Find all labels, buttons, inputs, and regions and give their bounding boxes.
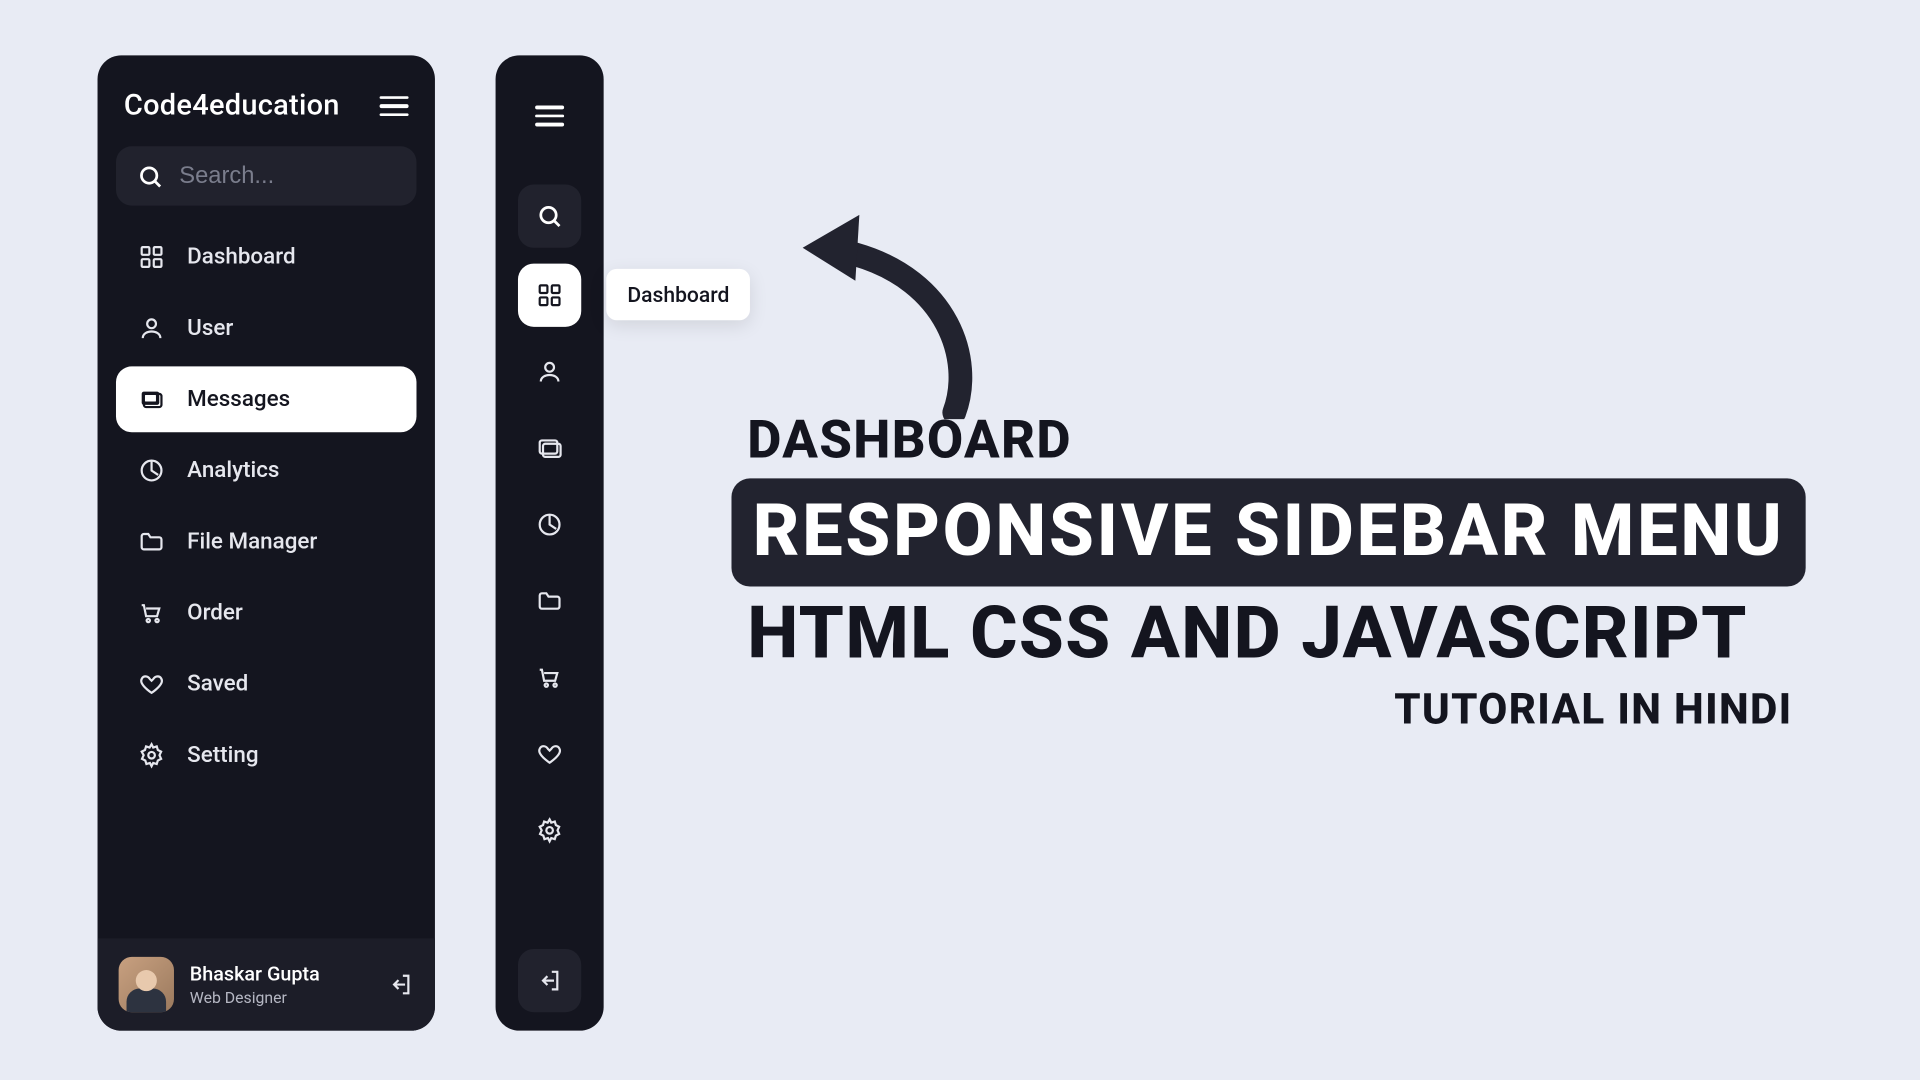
sidebar-item-file-manager[interactable]: File Manager: [116, 509, 417, 575]
sidebar-item-analytics[interactable]: Analytics: [116, 438, 417, 504]
search-button[interactable]: [518, 185, 581, 248]
dashboard-icon: [137, 243, 166, 272]
collapsed-item-saved[interactable]: [518, 722, 581, 785]
collapsed-item-messages[interactable]: [518, 416, 581, 479]
sidebar-item-label: Analytics: [187, 457, 279, 483]
tooltip: Dashboard: [606, 269, 750, 320]
collapsed-item-user[interactable]: [518, 340, 581, 403]
collapsed-item-setting[interactable]: [518, 799, 581, 862]
sidebar-expanded: Code4education Dashboard User Me: [98, 55, 435, 1030]
sidebar-item-label: Setting: [187, 742, 258, 768]
brand-title: Code4education: [124, 90, 340, 123]
user-icon: [137, 314, 166, 343]
sidebar-item-label: Order: [187, 600, 243, 626]
collapsed-item-analytics[interactable]: [518, 493, 581, 556]
arrow-icon: [783, 208, 981, 419]
messages-icon: [137, 385, 166, 414]
sidebar-item-user[interactable]: User: [116, 295, 417, 361]
heart-icon: [137, 670, 166, 699]
collapsed-item-file-manager[interactable]: [518, 569, 581, 632]
headline-line2: RESPONSIVE SIDEBAR MENU: [731, 478, 1805, 586]
sidebar-item-saved[interactable]: Saved: [116, 651, 417, 717]
sidebar-item-label: Dashboard: [187, 244, 295, 270]
logout-icon[interactable]: [387, 971, 413, 997]
headline-line3: HTML CSS AND JAVASCRIPT: [747, 592, 1805, 676]
user-name: Bhaskar Gupta: [190, 962, 320, 986]
sidebar-item-label: Messages: [187, 386, 290, 412]
analytics-icon: [137, 456, 166, 485]
hamburger-icon[interactable]: [518, 84, 581, 147]
user-role: Web Designer: [190, 988, 320, 1006]
cart-icon: [137, 598, 166, 627]
collapsed-logout[interactable]: [518, 949, 581, 1012]
nav-list: Dashboard User Messages Analytics File M: [116, 224, 417, 788]
sidebar-item-messages[interactable]: Messages: [116, 366, 417, 432]
search-icon: [137, 163, 163, 189]
user-footer: Bhaskar Gupta Web Designer: [98, 938, 435, 1030]
headline-line1: DASHBOARD: [747, 409, 1805, 471]
user-meta: Bhaskar Gupta Web Designer: [190, 962, 320, 1007]
sidebar-collapsed: Dashboard: [496, 55, 604, 1030]
sidebar-item-label: Saved: [187, 671, 248, 697]
sidebar-header: Code4education: [116, 74, 417, 146]
search-box[interactable]: [116, 146, 417, 205]
hamburger-icon[interactable]: [380, 96, 409, 116]
collapsed-item-order[interactable]: [518, 646, 581, 709]
headline-block: DASHBOARD RESPONSIVE SIDEBAR MENU HTML C…: [731, 409, 1805, 735]
sidebar-item-order[interactable]: Order: [116, 580, 417, 646]
gear-icon: [137, 741, 166, 770]
sidebar-item-setting[interactable]: Setting: [116, 722, 417, 788]
collapsed-item-dashboard[interactable]: Dashboard: [518, 264, 581, 327]
search-input[interactable]: [179, 162, 395, 190]
sidebar-item-dashboard[interactable]: Dashboard: [116, 224, 417, 290]
headline-line4: TUTORIAL IN HINDI: [731, 684, 1792, 734]
sidebar-item-label: User: [187, 315, 233, 341]
avatar: [119, 957, 174, 1012]
sidebar-item-label: File Manager: [187, 529, 317, 555]
folder-icon: [137, 527, 166, 556]
